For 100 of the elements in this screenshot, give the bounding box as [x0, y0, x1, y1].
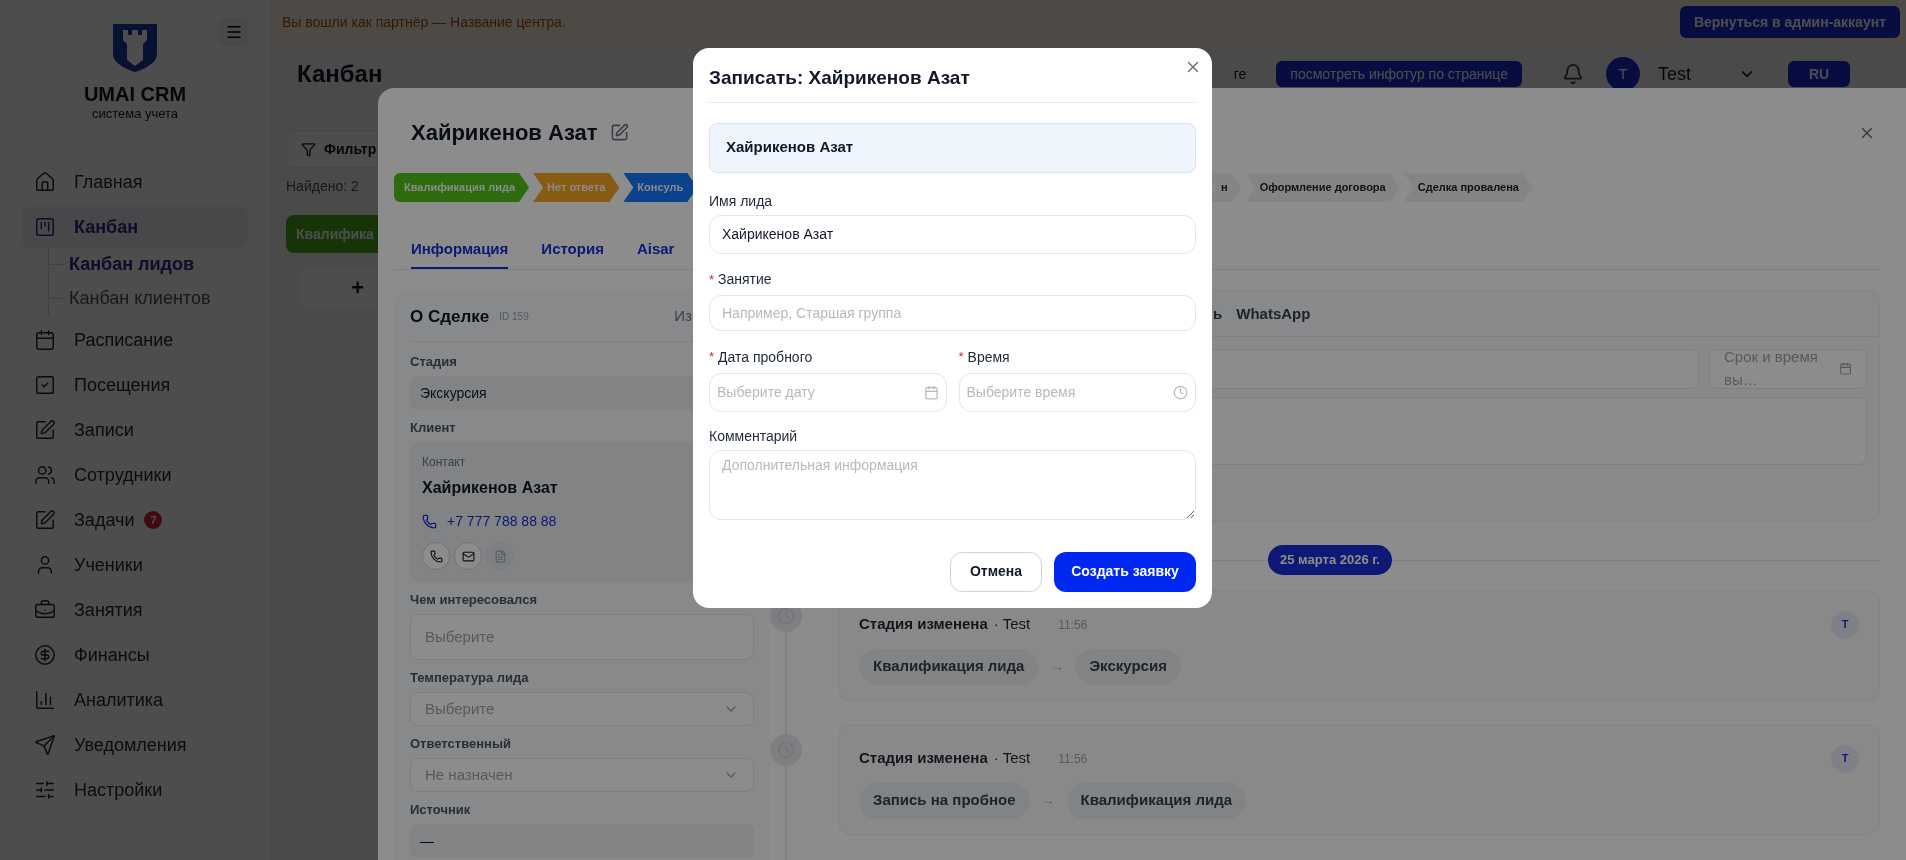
create-request-button[interactable]: Создать заявку: [1054, 551, 1196, 592]
nav-item[interactable]: Ученики: [22, 544, 248, 586]
required-mark: *: [709, 270, 715, 289]
activity-tab[interactable]: WhatsApp: [1236, 303, 1311, 326]
text-input[interactable]: Например, Старшая группа: [709, 295, 1196, 331]
user-avatar[interactable]: T: [1606, 57, 1640, 91]
contact-name: Хайрикенов Азат: [422, 478, 558, 498]
checkbox-icon: [34, 374, 56, 396]
nav-item[interactable]: Главная: [22, 161, 248, 203]
field-label: Клиент: [410, 420, 456, 436]
mail-icon: [461, 549, 475, 563]
nav-item[interactable]: Расписание: [22, 319, 248, 361]
nav-subitem[interactable]: Канбан лидов: [69, 251, 195, 278]
dollar-icon: [34, 644, 56, 666]
calendar-icon: [34, 329, 56, 351]
home-icon: [34, 171, 56, 193]
user-name: Test: [1658, 62, 1692, 86]
menu-icon: [225, 23, 243, 41]
stage-chip: Квалификация лида: [1066, 782, 1246, 819]
field-label: Стадия: [410, 354, 457, 370]
drawer-title: Хайрикенов Азат: [411, 119, 598, 147]
language-button[interactable]: RU: [1788, 61, 1850, 87]
logo-subtitle: система учета: [91, 105, 179, 123]
drawer-tab[interactable]: Информация: [411, 238, 509, 269]
drawer-tab[interactable]: Aisar: [636, 238, 675, 269]
event-author: · Test: [993, 748, 1031, 769]
pen-icon: [34, 419, 56, 441]
required-mark: *: [958, 348, 964, 366]
nav-item[interactable]: Финансы: [22, 634, 248, 676]
stage-chip: Экскурсия: [1075, 648, 1181, 685]
field-label: Чем интересовался: [410, 592, 537, 608]
date-picker[interactable]: Выберите дату: [709, 372, 947, 412]
stage-chip: Запись на пробное: [859, 782, 1030, 819]
briefcase-icon: [34, 599, 56, 621]
stage-step[interactable]: Оформление договора: [1245, 173, 1400, 202]
edit-link[interactable]: Из: [674, 305, 692, 328]
comment-textarea[interactable]: Дополнительная информация: [709, 449, 1196, 520]
tour-button[interactable]: посмотреть инфотур по странице: [1276, 61, 1522, 87]
contact-action-button[interactable]: [454, 542, 482, 570]
date-badge: 25 марта 2026 г.: [1268, 544, 1392, 575]
nav-item[interactable]: Записи: [22, 409, 248, 451]
phone-icon: [422, 513, 437, 529]
stage-step[interactable]: Нет ответа: [533, 173, 620, 202]
dialog-title: Записать: Хайрикенов Азат: [709, 67, 970, 88]
required-mark: *: [709, 348, 715, 366]
nav-item[interactable]: Задачи 7: [22, 499, 248, 541]
count-badge: 7: [144, 511, 163, 529]
edit-icon[interactable]: [609, 123, 629, 142]
sliders-icon: [34, 779, 56, 801]
nav-item[interactable]: Аналитика: [22, 679, 248, 721]
field-label: Дата пробного: [718, 348, 813, 365]
return-admin-button[interactable]: Вернуться в админ-аккаунт: [1679, 6, 1900, 38]
nav-item[interactable]: Канбан: [22, 206, 248, 248]
nav-item[interactable]: Занятия: [22, 589, 248, 631]
author-avatar: T: [1831, 744, 1859, 773]
text-input[interactable]: Хайрикенов Азат: [709, 214, 1196, 254]
field-value: —: [410, 824, 754, 858]
field-label: Ответственный: [410, 736, 511, 752]
bell-icon[interactable]: [1562, 63, 1584, 85]
event-author: · Test: [993, 614, 1031, 635]
event-title: Стадия изменена: [859, 614, 988, 635]
page-title: Канбан: [297, 59, 383, 89]
calendar-icon: [923, 384, 939, 400]
field-label: Занятие: [718, 271, 772, 288]
deal-title: О Сделке: [410, 305, 490, 328]
filter-icon: [301, 141, 316, 157]
header-link[interactable]: ге: [1233, 63, 1247, 85]
drawer-tab[interactable]: История: [541, 238, 604, 269]
logo-title: UMAI CRM: [83, 84, 187, 104]
stage-step[interactable]: Квалификация лида: [394, 173, 530, 202]
clock-icon: [777, 606, 795, 625]
time-picker[interactable]: Выберите время: [958, 372, 1196, 412]
phone-icon: [429, 549, 443, 563]
nav-item[interactable]: Сотрудники: [22, 454, 248, 496]
calendar-icon: [1838, 361, 1852, 376]
chart-icon: [34, 689, 56, 711]
contact-action-button[interactable]: [422, 542, 450, 570]
cancel-button[interactable]: Отмена: [950, 551, 1042, 592]
stage-chip: Квалификация лида: [859, 648, 1039, 685]
nav-item[interactable]: Уведомления: [22, 724, 248, 766]
nav-item[interactable]: Настройки: [22, 769, 248, 811]
field-label: Время: [967, 348, 1010, 365]
menu-button[interactable]: [220, 18, 248, 46]
phone-link[interactable]: +7 777 788 88 88: [447, 510, 557, 532]
author-avatar: T: [1831, 610, 1859, 639]
document-icon: [493, 549, 507, 563]
contact-caption: Контакт: [422, 454, 466, 470]
arrow-text: →: [1050, 657, 1064, 676]
activity-tab[interactable]: ь: [1213, 303, 1223, 326]
users-icon: [34, 464, 56, 486]
field-label: Температура лида: [410, 670, 529, 686]
lead-name-panel: Хайрикенов Азат: [709, 122, 1196, 173]
field-label: Имя лида: [709, 192, 773, 209]
arrow-text: →: [1041, 791, 1055, 810]
nav-item[interactable]: Посещения: [22, 364, 248, 406]
clock-icon: [1173, 384, 1188, 400]
kanban-icon: [34, 216, 56, 238]
stage-step[interactable]: Сделка провалена: [1403, 173, 1533, 202]
pen-icon: [34, 509, 56, 531]
field-label: Комментарий: [709, 427, 798, 444]
